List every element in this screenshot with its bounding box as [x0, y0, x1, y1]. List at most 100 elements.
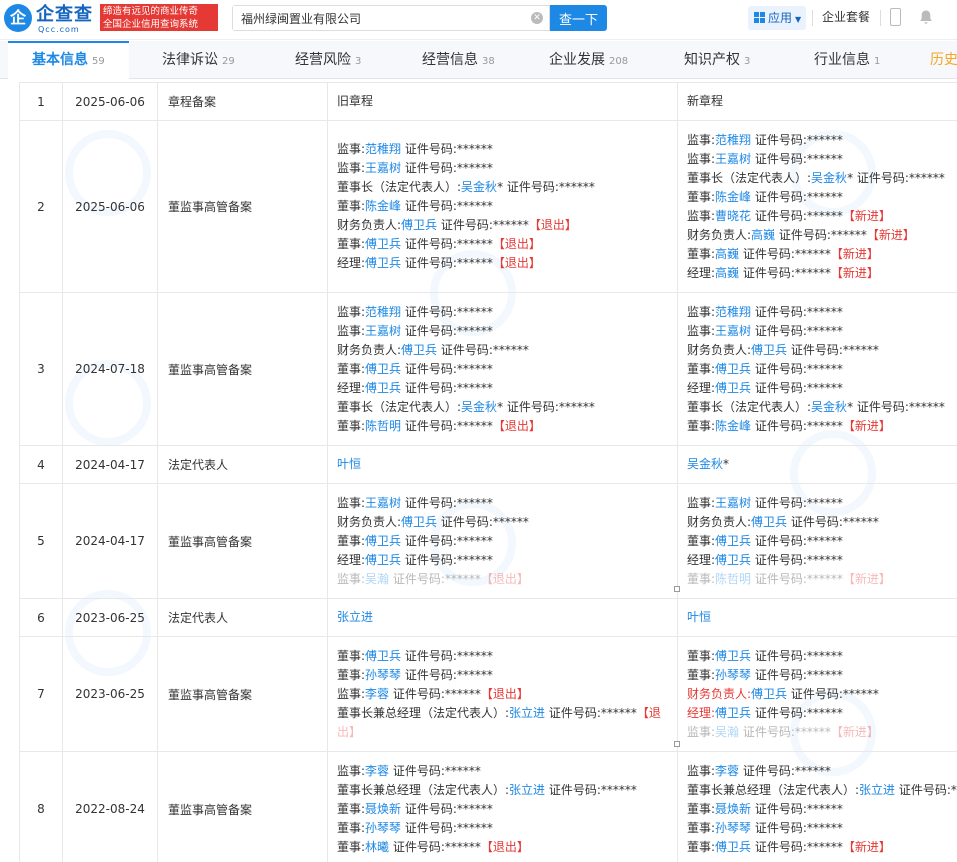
person-link[interactable]: 范稚翔 — [715, 133, 751, 147]
id-number: 证件号码:****** — [751, 418, 843, 433]
person-link[interactable]: 傅卫兵 — [715, 840, 751, 854]
resize-handle[interactable] — [674, 741, 680, 747]
person-link[interactable]: 曹晓花 — [715, 209, 751, 223]
person-link[interactable]: 陈哲明 — [715, 572, 751, 586]
person-line: 董事:林曦 证件号码:******【退出】 — [337, 838, 677, 857]
tab-risk[interactable]: 经营风险 3 — [295, 41, 361, 79]
clear-icon[interactable]: ✕ — [531, 12, 543, 24]
change-tag: 【新进】 — [830, 246, 879, 261]
person-link[interactable]: 傅卫兵 — [715, 534, 751, 548]
change-tag: 【退出】 — [492, 237, 541, 251]
apps-dropdown[interactable]: 应用 ▼ — [748, 6, 806, 30]
person-link[interactable]: 王嘉树 — [715, 152, 751, 166]
person-link[interactable]: 王嘉树 — [365, 161, 401, 175]
person-link[interactable]: 陈金峰 — [715, 190, 751, 204]
id-number: 证件号码:****** — [401, 801, 493, 816]
person-link[interactable]: 叶恒 — [337, 457, 361, 471]
search-box: ✕ — [232, 5, 550, 31]
person-link[interactable]: 吴瀚 — [365, 572, 389, 586]
person-link[interactable]: 范稚翔 — [365, 305, 401, 319]
person-link[interactable]: 傅卫兵 — [715, 362, 751, 376]
person-link[interactable]: 张立进 — [509, 783, 545, 797]
person-link[interactable]: 陈金峰 — [715, 419, 751, 433]
person-link[interactable]: 李蓉 — [365, 764, 389, 778]
person-link[interactable]: 聂焕新 — [365, 802, 401, 816]
person-line: 经理:傅卫兵 证件号码:******【退出】 — [337, 254, 677, 273]
person-link[interactable]: 高巍 — [715, 266, 739, 280]
person-link[interactable]: 傅卫兵 — [715, 706, 751, 720]
person-link[interactable]: 傅卫兵 — [715, 381, 751, 395]
person-link[interactable]: 聂焕新 — [715, 802, 751, 816]
person-link[interactable]: 吴金秋 — [811, 400, 847, 414]
resize-handle[interactable] — [674, 586, 680, 592]
person-link[interactable]: 李蓉 — [715, 764, 739, 778]
person-link[interactable]: 傅卫兵 — [365, 534, 401, 548]
person-line: 监事:李蓉 证件号码:****** — [687, 762, 957, 781]
person-link[interactable]: 吴金秋 — [811, 171, 847, 185]
tab-industry[interactable]: 行业信息 1 — [814, 41, 880, 79]
search-input[interactable] — [233, 6, 523, 30]
person-link[interactable]: 张立进 — [509, 706, 545, 720]
header-divider — [812, 10, 813, 26]
person-link[interactable]: 傅卫兵 — [401, 515, 437, 529]
person-link[interactable]: 吴金秋 — [461, 180, 497, 194]
person-link[interactable]: 王嘉树 — [365, 324, 401, 338]
person-link[interactable]: 叶恒 — [687, 610, 711, 624]
top-header: 企 企查查 Qcc.com 缔造有远见的商业传奇 全国企业信用查询系统 ✕ 查一… — [0, 0, 957, 40]
person-role: 董事长（法定代表人）: — [687, 170, 812, 185]
person-link[interactable]: 傅卫兵 — [401, 218, 437, 232]
person-link[interactable]: 张立进 — [859, 783, 895, 797]
person-link[interactable]: 王嘉树 — [365, 496, 401, 510]
tab-ip[interactable]: 知识产权 3 — [684, 41, 750, 79]
bell-icon[interactable] — [918, 9, 934, 25]
person-link[interactable]: 傅卫兵 — [715, 649, 751, 663]
person-link[interactable]: 范稚翔 — [365, 142, 401, 156]
person-link[interactable]: 傅卫兵 — [365, 362, 401, 376]
tab-operation[interactable]: 经营信息 38 — [422, 41, 495, 79]
person-link[interactable]: 李蓉 — [365, 687, 389, 701]
person-link[interactable]: 傅卫兵 — [715, 553, 751, 567]
person-link[interactable]: 陈哲明 — [365, 419, 401, 433]
person-link[interactable]: 傅卫兵 — [365, 381, 401, 395]
person-link[interactable]: 傅卫兵 — [365, 237, 401, 251]
person-link[interactable]: 吴金秋 — [461, 400, 497, 414]
person-link[interactable]: 孙琴琴 — [365, 821, 401, 835]
person-link[interactable]: 高巍 — [715, 247, 739, 261]
tab-count: 59 — [92, 56, 105, 67]
person-link[interactable]: 傅卫兵 — [751, 343, 787, 357]
person-link[interactable]: 张立进 — [337, 610, 373, 624]
tab-legal[interactable]: 法律诉讼 29 — [162, 41, 235, 79]
change-tag: 【退出】 — [480, 686, 529, 701]
person-link[interactable]: 吴瀚 — [715, 725, 739, 739]
person-link[interactable]: 孙琴琴 — [715, 821, 751, 835]
person-link[interactable]: 高巍 — [751, 228, 775, 242]
id-number: 证件号码:****** — [401, 552, 493, 567]
package-link[interactable]: 企业套餐 — [822, 8, 870, 25]
id-number: 证件号码:****** — [751, 304, 843, 319]
tab-basic-info[interactable]: 基本信息 59 — [8, 41, 129, 80]
person-link[interactable]: 傅卫兵 — [365, 256, 401, 270]
change-tag: 【新进】 — [830, 724, 879, 739]
person-link[interactable]: 傅卫兵 — [365, 649, 401, 663]
person-link[interactable]: 傅卫兵 — [401, 343, 437, 357]
person-link[interactable]: 王嘉树 — [715, 324, 751, 338]
person-link[interactable]: 范稚翔 — [715, 305, 751, 319]
person-role: 董事: — [337, 648, 366, 663]
person-link[interactable]: 王嘉树 — [715, 496, 751, 510]
search-button[interactable]: 查一下 — [550, 5, 607, 31]
change-tag: 【退出】 — [480, 571, 529, 586]
person-link[interactable]: 孙琴琴 — [715, 668, 751, 682]
person-link[interactable]: 林曦 — [365, 840, 389, 854]
person-link[interactable]: 傅卫兵 — [751, 687, 787, 701]
row-number: 3 — [19, 292, 63, 446]
phone-icon[interactable] — [890, 8, 901, 26]
person-link[interactable]: 陈金峰 — [365, 199, 401, 213]
person-link[interactable]: 吴金秋 — [687, 457, 723, 471]
id-number: 证件号码:****** — [739, 724, 831, 739]
person-link[interactable]: 傅卫兵 — [365, 553, 401, 567]
person-link[interactable]: 傅卫兵 — [751, 515, 787, 529]
person-link[interactable]: 孙琴琴 — [365, 668, 401, 682]
tab-history[interactable]: 历史 — [930, 41, 957, 79]
tab-development[interactable]: 企业发展 208 — [549, 41, 628, 79]
qcc-logo[interactable]: 企 企查查 Qcc.com — [4, 4, 96, 34]
